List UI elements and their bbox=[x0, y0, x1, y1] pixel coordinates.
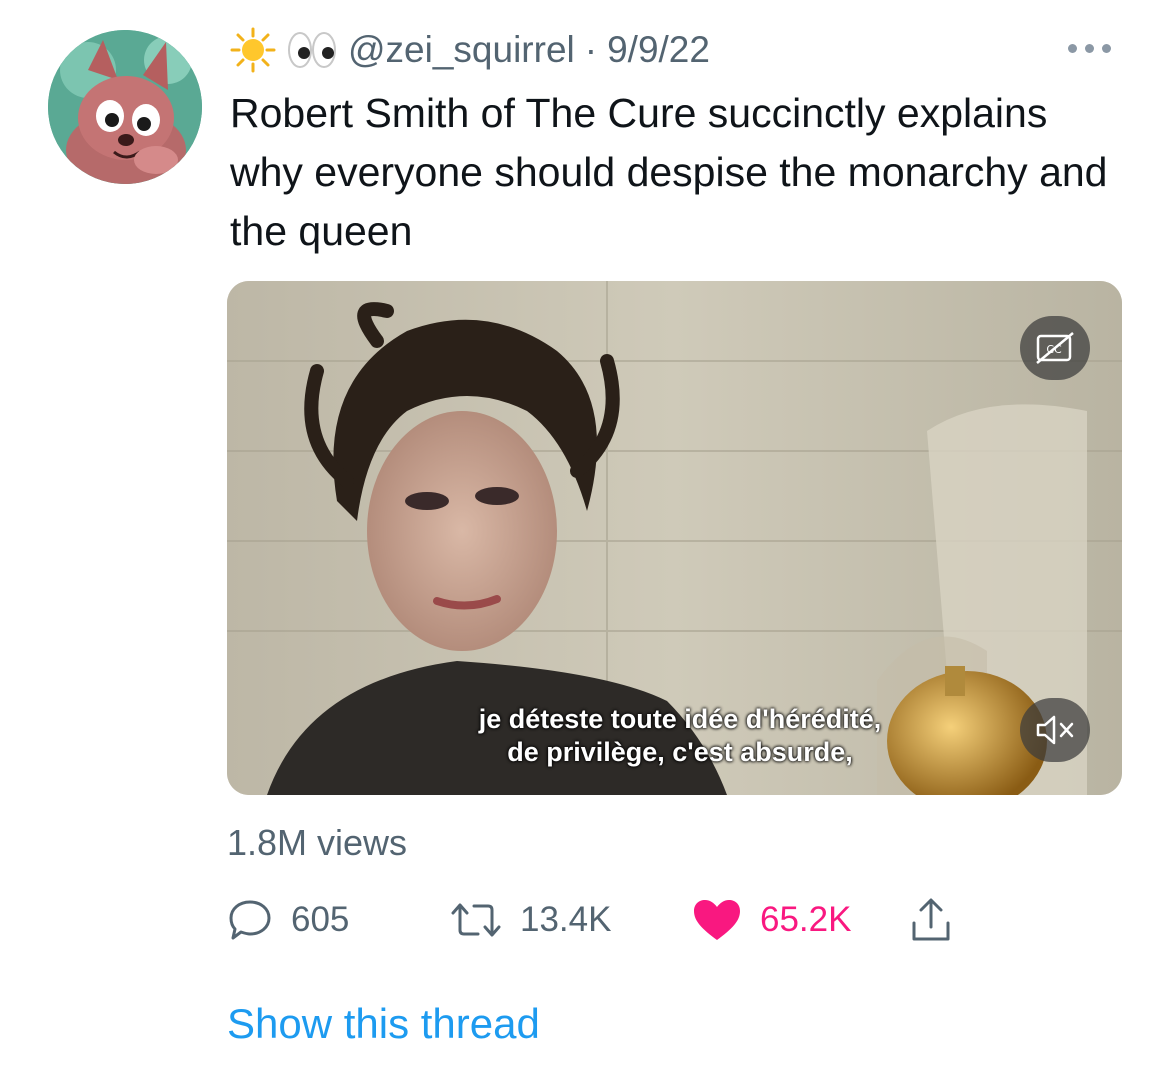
like-count: 65.2K bbox=[760, 900, 852, 939]
heart-icon bbox=[694, 900, 740, 940]
reply-count: 605 bbox=[291, 900, 350, 939]
eyes-emoji-icon bbox=[286, 27, 338, 73]
subtitle-line-2: de privilège, c'est absurde, bbox=[507, 737, 853, 767]
retweet-button[interactable]: 13.4K bbox=[450, 893, 611, 947]
closed-captions-off-icon: CC bbox=[1036, 332, 1074, 364]
reply-icon bbox=[229, 900, 271, 940]
avatar[interactable] bbox=[48, 30, 202, 184]
view-count: 1.8M views bbox=[227, 822, 408, 863]
like-button[interactable]: 65.2K bbox=[692, 893, 851, 947]
sun-emoji-icon bbox=[230, 27, 276, 73]
retweet-icon bbox=[451, 903, 501, 937]
video-subtitle: je déteste toute idée d'hérédité, de pri… bbox=[380, 703, 980, 769]
squirrel-avatar-image bbox=[48, 30, 202, 184]
more-options-icon[interactable] bbox=[1068, 36, 1124, 60]
reply-button[interactable]: 605 bbox=[227, 893, 349, 947]
mute-button[interactable] bbox=[1020, 698, 1090, 762]
share-icon bbox=[912, 898, 950, 941]
speaker-muted-icon bbox=[1036, 715, 1074, 745]
tweet-date[interactable]: 9/9/22 bbox=[607, 29, 710, 71]
tweet-header: @zei_squirrel · 9/9/22 bbox=[230, 27, 710, 73]
video-player[interactable]: je déteste toute idée d'hérédité, de pri… bbox=[227, 281, 1122, 795]
tweet-text: Robert Smith of The Cure succinctly expl… bbox=[230, 90, 1108, 254]
show-thread-link[interactable]: Show this thread bbox=[227, 1000, 540, 1048]
share-button[interactable] bbox=[910, 893, 952, 947]
closed-captions-button[interactable]: CC bbox=[1020, 316, 1090, 380]
subtitle-line-1: je déteste toute idée d'hérédité, bbox=[478, 704, 882, 734]
retweet-count: 13.4K bbox=[520, 900, 612, 939]
author-handle[interactable]: @zei_squirrel bbox=[348, 29, 575, 71]
header-separator: · bbox=[584, 29, 598, 70]
action-bar: 605 13.4K 65.2K bbox=[227, 893, 987, 947]
